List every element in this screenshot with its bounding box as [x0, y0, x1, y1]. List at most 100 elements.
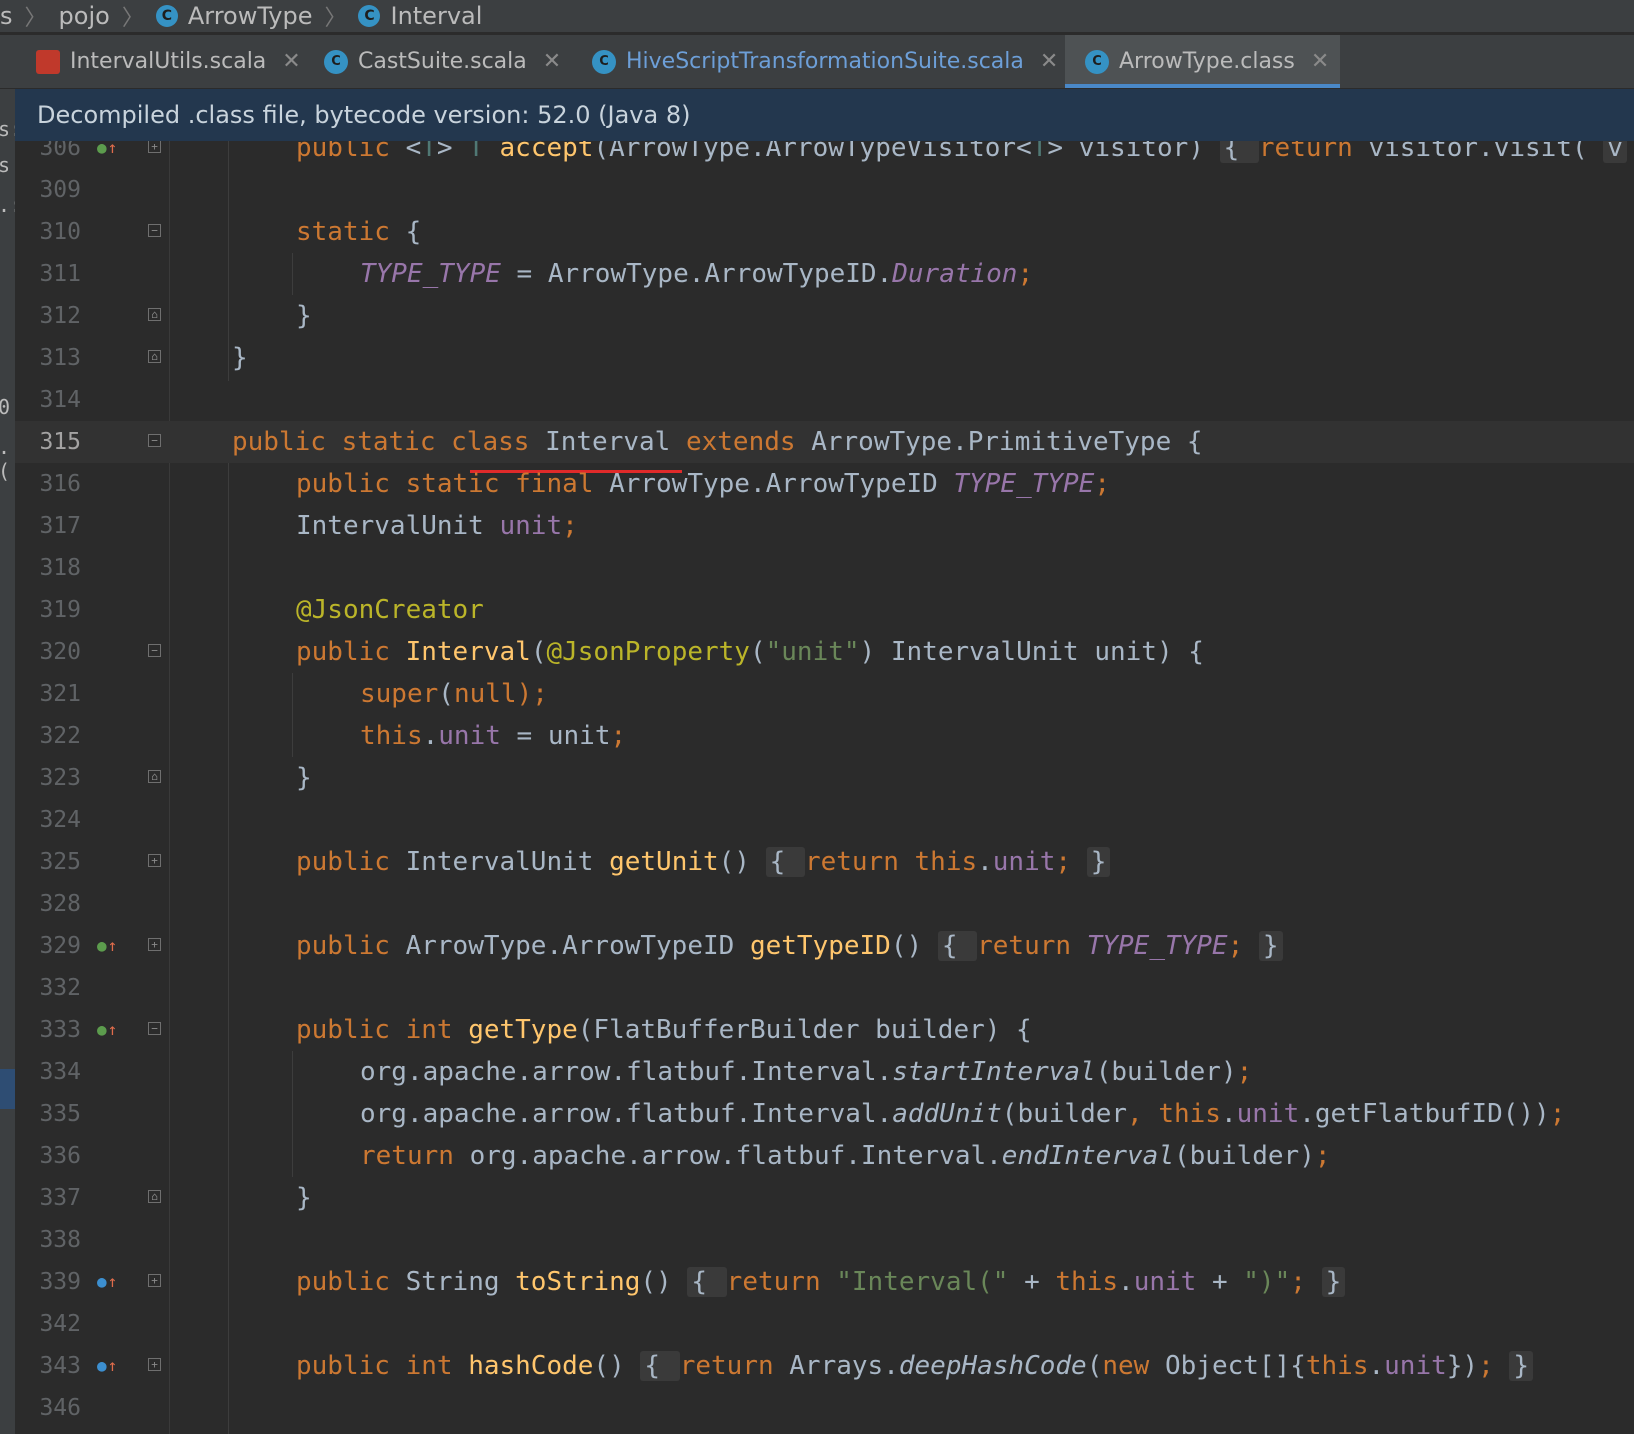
code-line[interactable]: 328	[15, 883, 1634, 925]
code-line[interactable]: 323 ⌂ }	[15, 757, 1634, 799]
code-line[interactable]: 334 org.apache.arrow.flatbuf.Interval.st…	[15, 1051, 1634, 1093]
close-icon[interactable]: ✕	[282, 49, 300, 74]
fold-expand-icon[interactable]: +	[148, 1358, 161, 1371]
implements-method-icon[interactable]: ●↑	[97, 1020, 117, 1040]
tab-castsuite[interactable]: C CastSuite.scala ✕	[312, 35, 572, 88]
code-line[interactable]: 343 ●↑ + public int hashCode() { return …	[15, 1345, 1634, 1387]
clipped-text: 0	[0, 395, 11, 419]
code-line[interactable]: 346	[15, 1387, 1634, 1429]
code-line-current[interactable]: 315 − public static class Interval exten…	[15, 421, 1634, 463]
close-icon[interactable]: ✕	[1311, 49, 1329, 74]
code-line[interactable]: 339 ●↑ + public String toString() { retu…	[15, 1261, 1634, 1303]
code-editor[interactable]: 306 ●↑ + public <T> T accept(ArrowType.A…	[15, 141, 1634, 1434]
line-number: 311	[39, 261, 81, 287]
code-line[interactable]: 336 return org.apache.arrow.flatbuf.Inte…	[15, 1135, 1634, 1177]
code-line[interactable]: 311 TYPE_TYPE = ArrowType.ArrowTypeID.Du…	[15, 253, 1634, 295]
code-text: this.unit = unit;	[360, 721, 627, 751]
code-text: static {	[296, 217, 422, 247]
breadcrumb-item-interval[interactable]: C Interval	[358, 2, 482, 30]
fold-end-icon[interactable]: ⌂	[148, 770, 161, 783]
clipped-text: .(	[0, 435, 15, 483]
overrides-method-icon[interactable]: ●↑	[97, 1356, 117, 1376]
line-number: 313	[39, 345, 81, 371]
code-line[interactable]: 317 IntervalUnit unit;	[15, 505, 1634, 547]
java-class-icon: C	[1085, 49, 1109, 74]
banner-text: Decompiled .class file, bytecode version…	[37, 101, 691, 129]
code-line[interactable]: 318	[15, 547, 1634, 589]
code-text: public String toString() { return "Inter…	[296, 1261, 1346, 1303]
line-number: 342	[39, 1311, 81, 1337]
code-line[interactable]: 310 − static {	[15, 211, 1634, 253]
fold-end-icon[interactable]: ⌂	[148, 308, 161, 321]
decompiled-banner: Decompiled .class file, bytecode version…	[15, 89, 1634, 141]
code-text: public static class Interval extends Arr…	[232, 427, 1203, 457]
code-line[interactable]: 319 @JsonCreator	[15, 589, 1634, 631]
code-line[interactable]: 312 ⌂ }	[15, 295, 1634, 337]
fold-end-icon[interactable]: ⌂	[148, 350, 161, 363]
tab-label: IntervalUtils.scala	[70, 49, 267, 74]
fold-expand-icon[interactable]: +	[148, 854, 161, 867]
tab-intervalutils[interactable]: IntervalUtils.scala ✕	[22, 35, 308, 88]
code-line[interactable]: 313 ⌂ }	[15, 337, 1634, 379]
code-line[interactable]: 333 ●↑ − public int getType(FlatBufferBu…	[15, 1009, 1634, 1051]
overrides-method-icon[interactable]: ●↑	[97, 1272, 117, 1292]
code-line[interactable]: 314	[15, 379, 1634, 421]
java-class-icon: C	[358, 5, 381, 27]
code-text: TYPE_TYPE = ArrowType.ArrowTypeID.Durati…	[360, 259, 1034, 289]
scala-class-icon: C	[324, 49, 348, 74]
close-icon[interactable]: ✕	[1040, 49, 1058, 74]
code-line[interactable]: 322 this.unit = unit;	[15, 715, 1634, 757]
line-number: 333	[39, 1017, 81, 1043]
breadcrumb-label: pojo	[58, 2, 110, 30]
line-number: 319	[39, 597, 81, 623]
indent-guide	[228, 463, 229, 1434]
code-line[interactable]: 342	[15, 1303, 1634, 1345]
scala-file-icon	[36, 49, 60, 74]
implements-method-icon[interactable]: ●↑	[97, 936, 117, 956]
tab-hivescripttransformationsuite[interactable]: C HiveScriptTransformationSuite.scala ✕	[578, 35, 1062, 88]
line-number: 318	[39, 555, 81, 581]
code-line[interactable]: 324	[15, 799, 1634, 841]
tab-label: CastSuite.scala	[358, 49, 527, 74]
close-icon[interactable]: ✕	[543, 49, 561, 74]
fold-expand-icon[interactable]: +	[148, 938, 161, 951]
code-line[interactable]: 309	[15, 169, 1634, 211]
breadcrumb: s 〉 pojo 〉 C ArrowType 〉 C Interval	[0, 0, 1634, 32]
code-line[interactable]: 329 ●↑ + public ArrowType.ArrowTypeID ge…	[15, 925, 1634, 967]
fold-expand-icon[interactable]: +	[148, 1274, 161, 1287]
code-line[interactable]: 337 ⌂ }	[15, 1177, 1634, 1219]
clipped-text: .:	[0, 193, 15, 217]
fold-collapse-icon[interactable]: −	[148, 644, 161, 657]
code-line[interactable]: 325 + public IntervalUnit getUnit() { re…	[15, 841, 1634, 883]
fold-collapse-icon[interactable]: −	[148, 224, 161, 237]
fold-collapse-icon[interactable]: −	[148, 1022, 161, 1035]
fold-collapse-icon[interactable]: −	[148, 434, 161, 447]
breadcrumb-item-pojo[interactable]: pojo	[59, 2, 110, 30]
line-number: 314	[39, 387, 81, 413]
breadcrumb-item-src[interactable]: s	[0, 2, 13, 30]
code-line[interactable]: 306 ●↑ + public <T> T accept(ArrowType.A…	[15, 141, 1634, 169]
line-number: 325	[39, 849, 81, 875]
line-number: 322	[39, 723, 81, 749]
line-number: 328	[39, 891, 81, 917]
code-text: public static final ArrowType.ArrowTypeI…	[296, 469, 1110, 499]
code-line[interactable]: 335 org.apache.arrow.flatbuf.Interval.ad…	[15, 1093, 1634, 1135]
breadcrumb-item-arrowtype[interactable]: C ArrowType	[155, 2, 312, 30]
clipped-text: s:	[0, 117, 15, 141]
fold-expand-icon[interactable]: +	[148, 141, 161, 153]
line-number: 335	[39, 1101, 81, 1127]
implements-method-icon[interactable]: ●↑	[97, 141, 117, 158]
line-number: 315	[39, 429, 81, 455]
code-line[interactable]: 332	[15, 967, 1634, 1009]
line-number: 309	[39, 177, 81, 203]
code-line[interactable]: 320 − public Interval(@JsonProperty("uni…	[15, 631, 1634, 673]
code-line[interactable]: 321 super(null);	[15, 673, 1634, 715]
code-line[interactable]: 338	[15, 1219, 1634, 1261]
code-text: public ArrowType.ArrowTypeID getTypeID()…	[296, 925, 1283, 967]
tab-arrowtype-class[interactable]: C ArrowType.class ✕	[1065, 35, 1340, 88]
code-text: }	[296, 763, 312, 793]
code-line[interactable]: 316 public static final ArrowType.ArrowT…	[15, 463, 1634, 505]
fold-end-icon[interactable]: ⌂	[148, 1190, 161, 1203]
line-number: 337	[39, 1185, 81, 1211]
chevron-right-icon: 〉	[324, 6, 347, 31]
